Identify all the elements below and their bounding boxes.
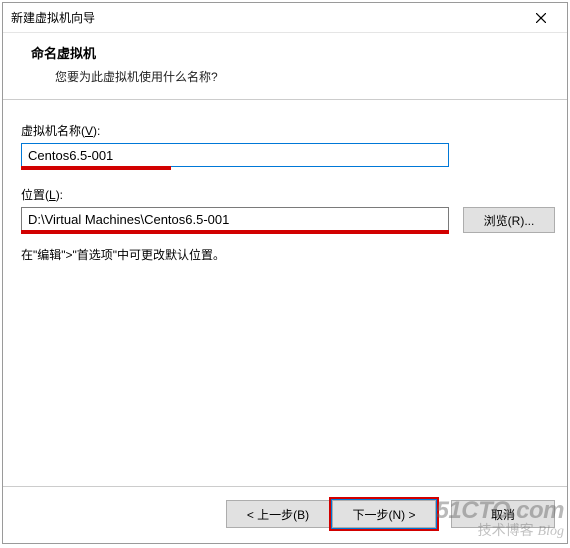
wizard-footer: < 上一步(B) 下一步(N) > 取消 (3, 486, 567, 543)
location-label-suffix: ): (56, 188, 63, 202)
close-button[interactable] (521, 4, 561, 32)
next-button[interactable]: 下一步(N) > (332, 500, 436, 528)
cancel-button[interactable]: 取消 (451, 500, 555, 528)
vmname-label: 虚拟机名称(V): (21, 122, 549, 139)
location-row: 浏览(R)... (21, 207, 549, 234)
close-icon (536, 13, 546, 23)
page-subtitle: 您要为此虚拟机使用什么名称? (55, 68, 555, 85)
window-title: 新建虚拟机向导 (11, 9, 521, 26)
wizard-content: 虚拟机名称(V): 位置(L): 浏览(R)... 在"编辑">"首选项"中可更… (3, 100, 567, 486)
annotation-underline (21, 230, 449, 234)
wizard-window: 新建虚拟机向导 命名虚拟机 您要为此虚拟机使用什么名称? 虚拟机名称(V): 位… (2, 2, 568, 544)
location-label-prefix: 位置( (21, 188, 49, 202)
location-input[interactable] (21, 207, 449, 231)
browse-button[interactable]: 浏览(R)... (463, 207, 555, 233)
location-label: 位置(L): (21, 186, 549, 203)
default-location-hint: 在"编辑">"首选项"中可更改默认位置。 (21, 246, 549, 263)
browse-button-label: 浏览(R)... (484, 214, 535, 228)
vmname-input[interactable] (21, 143, 449, 167)
annotation-next-highlight: 下一步(N) > (329, 497, 439, 531)
vmname-label-suffix: ): (93, 124, 100, 138)
wizard-header: 命名虚拟机 您要为此虚拟机使用什么名称? (3, 33, 567, 100)
titlebar: 新建虚拟机向导 (3, 3, 567, 33)
vmname-label-prefix: 虚拟机名称( (21, 124, 85, 138)
vmname-label-key: V (85, 124, 93, 138)
page-title: 命名虚拟机 (31, 43, 555, 62)
location-label-key: L (49, 188, 56, 202)
back-button[interactable]: < 上一步(B) (226, 500, 330, 528)
